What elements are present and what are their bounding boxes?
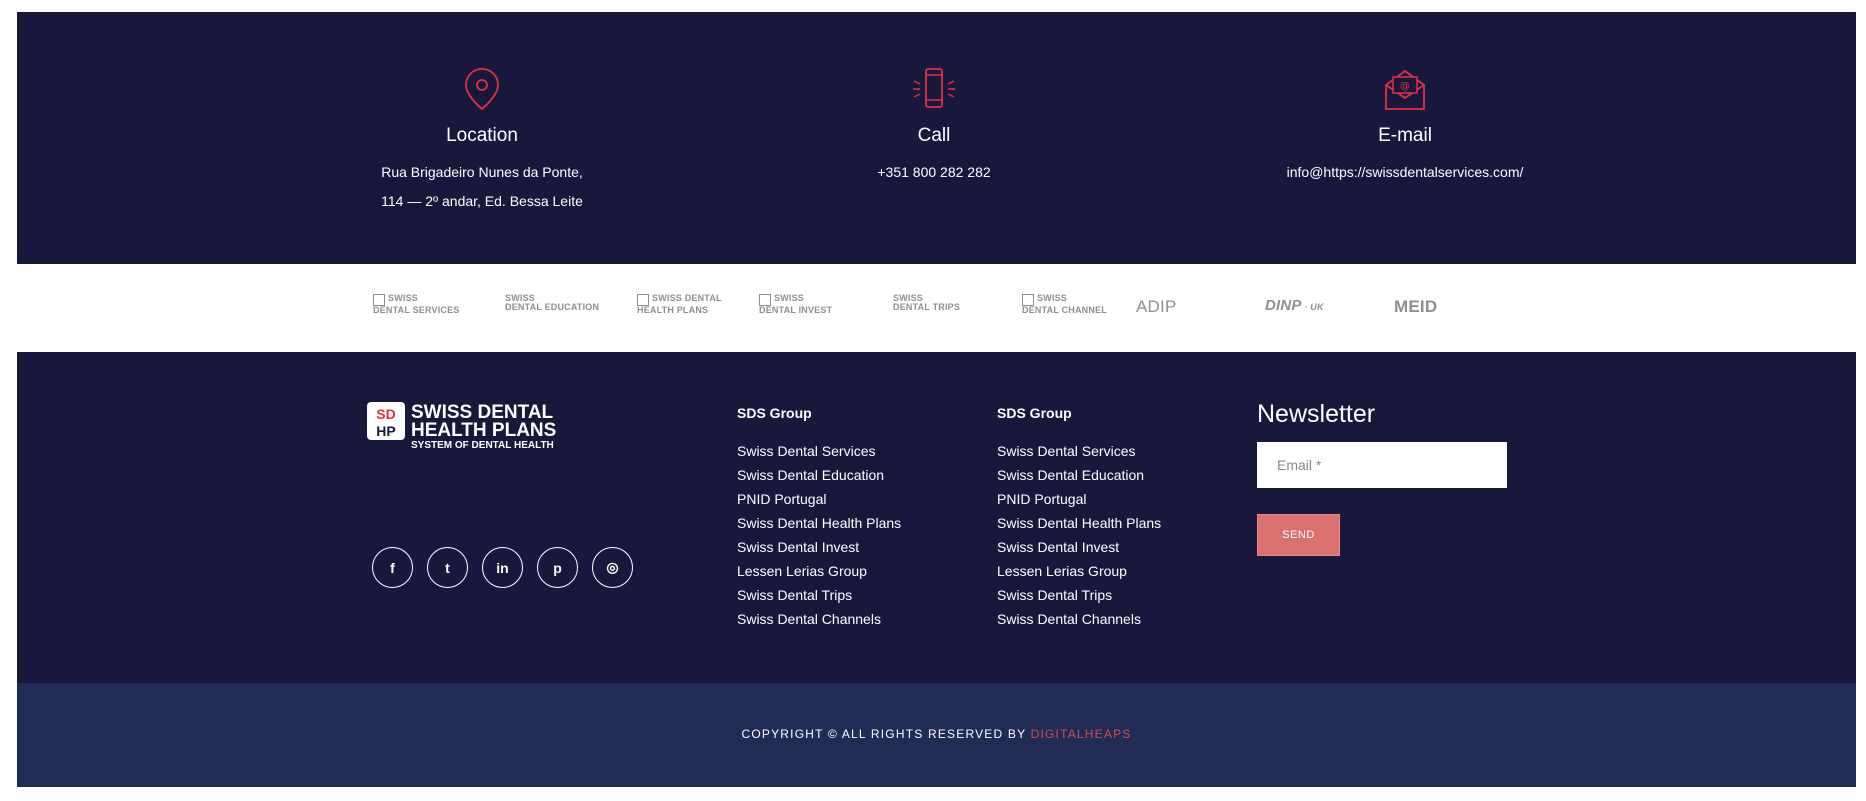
newsletter-title: Newsletter [1257, 400, 1376, 428]
facebook-icon[interactable]: f [372, 547, 413, 588]
twitter-icon[interactable]: t [427, 547, 468, 588]
envelope-icon: @ [1385, 69, 1425, 110]
location-title: Location [446, 125, 518, 146]
partner-logo-swiss-dental-services[interactable]: SWISS DENTAL SERVICES [373, 294, 460, 322]
footer-link[interactable]: Swiss Dental Channels [997, 610, 1161, 634]
partner-logo-subtext: HEALTH PLANS [637, 305, 709, 315]
footer-link[interactable]: Swiss Dental Health Plans [737, 514, 901, 538]
linkedin-icon[interactable]: in [482, 547, 523, 588]
footer-link[interactable]: Swiss Dental Education [737, 466, 901, 490]
partner-logo-swiss-dental-trips[interactable]: SWISS DENTAL TRIPS [893, 294, 960, 322]
footer-column-title: SDS Group [997, 405, 1072, 421]
footer-link[interactable]: Lessen Lerias Group [997, 562, 1161, 586]
newsletter-email-input[interactable] [1257, 442, 1507, 488]
footer-link[interactable]: Swiss Dental Trips [737, 586, 901, 610]
swiss-dental-health-plans-logo[interactable]: SD HP SWISS DENTAL HEALTH PLANS SYSTEM O… [367, 400, 627, 450]
svg-text:HP: HP [376, 423, 395, 439]
partner-logo-subtext: DENTAL TRIPS [893, 302, 961, 312]
footer-column-title: SDS Group [737, 405, 812, 421]
footer-link[interactable]: Swiss Dental Invest [997, 538, 1161, 562]
partner-logo-swiss-dental-education[interactable]: SWISS DENTAL EDUCATION [505, 294, 599, 322]
footer-link[interactable]: Swiss Dental Health Plans [997, 514, 1161, 538]
footer-link[interactable]: Lessen Lerias Group [737, 562, 901, 586]
partner-logo-subtext: DENTAL EDUCATION [505, 302, 600, 312]
partner-logo-dinp-uk[interactable]: DINP · UK [1265, 298, 1324, 326]
partner-logos-strip: SWISS DENTAL SERVICES SWISS DENTAL EDUCA… [0, 264, 1866, 352]
location-pin-icon [465, 68, 499, 111]
partner-logo-swiss-dental-invest[interactable]: SWISS DENTAL INVEST [759, 294, 832, 322]
email-title: E-mail [1378, 125, 1432, 146]
email-address[interactable]: info@https://swissdentalservices.com/ [1205, 164, 1605, 180]
footer-link[interactable]: Swiss Dental Services [737, 442, 901, 466]
copyright-bar: COPYRIGHT © ALL RIGHTS RESERVED BY DIGIT… [17, 683, 1856, 787]
partner-logo-subtext: DENTAL CHANNEL [1022, 305, 1107, 315]
partner-logo-subtext: DENTAL SERVICES [373, 305, 460, 315]
partner-logo-meid[interactable]: MEID [1394, 298, 1437, 326]
footer-link[interactable]: Swiss Dental Education [997, 466, 1161, 490]
footer-link[interactable]: PNID Portugal [997, 490, 1161, 514]
footer-links-column-1: Swiss Dental Services Swiss Dental Educa… [737, 442, 901, 634]
partner-logo-adip[interactable]: ADIP [1136, 298, 1176, 326]
location-address-line1: Rua Brigadeiro Nunes da Ponte, [381, 164, 583, 180]
newsletter-send-button[interactable]: SEND [1257, 514, 1340, 556]
footer-link[interactable]: Swiss Dental Invest [737, 538, 901, 562]
footer-link[interactable]: Swiss Dental Trips [997, 586, 1161, 610]
dribbble-icon[interactable]: ◎ [592, 547, 633, 588]
pinterest-icon[interactable]: p [537, 547, 578, 588]
svg-text:SD: SD [376, 406, 395, 422]
phone-number[interactable]: +351 800 282 282 [734, 164, 1134, 180]
partner-logo-subtext: DENTAL INVEST [759, 305, 833, 315]
footer-link[interactable]: Swiss Dental Services [997, 442, 1161, 466]
copyright-text: COPYRIGHT © ALL RIGHTS RESERVED BY DIGIT… [741, 727, 1132, 741]
partner-logo-swiss-dental-channel[interactable]: SWISS DENTAL CHANNEL [1022, 294, 1107, 322]
footer-link[interactable]: PNID Portugal [737, 490, 901, 514]
call-title: Call [917, 125, 951, 146]
main-footer: SD HP SWISS DENTAL HEALTH PLANS SYSTEM O… [17, 352, 1856, 683]
svg-text:HEALTH PLANS: HEALTH PLANS [411, 420, 556, 441]
mobile-phone-icon [913, 68, 955, 108]
digitalheaps-link[interactable]: DIGITALHEAPS [1031, 727, 1132, 741]
footer-links-column-2: Swiss Dental Services Swiss Dental Educa… [997, 442, 1161, 634]
partner-logo-swiss-dental-health-plans[interactable]: SWISS DENTAL HEALTH PLANS [637, 294, 722, 322]
location-address-line2: 114 — 2º andar, Ed. Bessa Leite [381, 193, 583, 209]
contact-section: Location Rua Brigadeiro Nunes da Ponte, … [17, 12, 1856, 264]
svg-text:@: @ [1400, 81, 1410, 92]
footer-link[interactable]: Swiss Dental Channels [737, 610, 901, 634]
svg-text:SYSTEM OF DENTAL HEALTH: SYSTEM OF DENTAL HEALTH [411, 440, 554, 450]
